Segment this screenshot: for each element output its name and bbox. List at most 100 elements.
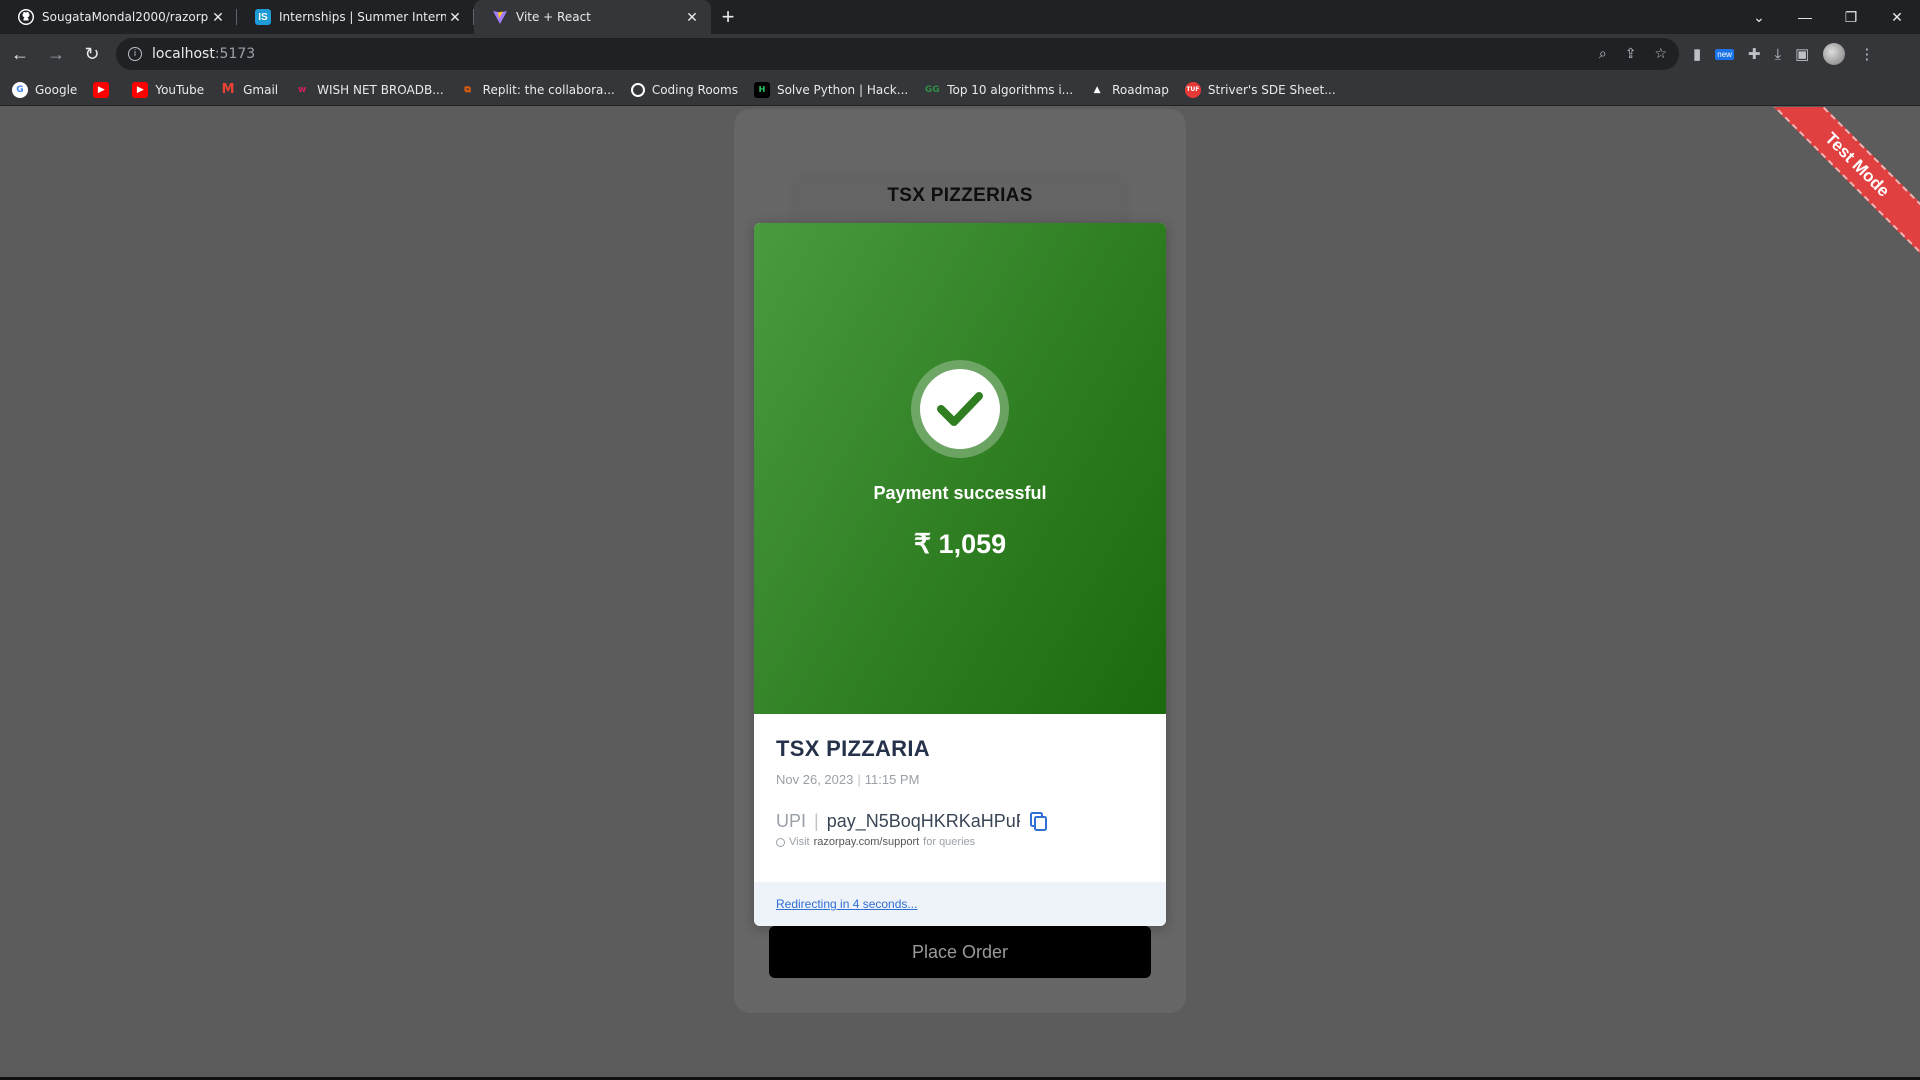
tab-title: Vite + React xyxy=(516,10,591,24)
support-prefix: Visit xyxy=(789,836,810,848)
puzzle-icon[interactable]: ✚ xyxy=(1748,45,1761,63)
bookmark-hackerrank[interactable]: H Solve Python | Hack... xyxy=(753,81,909,98)
bookmark-label: Striver's SDE Sheet... xyxy=(1207,82,1336,97)
bookmark-label: Coding Rooms xyxy=(651,82,738,97)
bookmark-label: Google xyxy=(35,82,78,97)
check-icon xyxy=(920,369,1000,449)
bookmark-roadmap[interactable]: ▲ Roadmap xyxy=(1089,82,1169,98)
back-icon[interactable]: ← xyxy=(4,38,36,70)
separator: | xyxy=(814,811,819,831)
bookmark-label: YouTube xyxy=(155,82,205,97)
tab-title: Internships | Summer Internship xyxy=(279,10,446,24)
bookmark-label: WISH NET BROADB... xyxy=(317,82,444,97)
close-tab-icon[interactable]: ✕ xyxy=(446,9,464,26)
payment-id: pay_N5BoqHKRKaHPuF xyxy=(826,811,1020,831)
menu-icon[interactable]: ⋮ xyxy=(1859,45,1874,63)
separator: | xyxy=(857,772,861,787)
merchant-name: TSX PIZZARIA xyxy=(776,736,930,761)
share-icon[interactable]: ⇪ xyxy=(1625,46,1637,62)
site-info-icon[interactable]: i xyxy=(128,47,142,61)
forward-icon[interactable]: → xyxy=(40,38,72,70)
gmail-icon: M xyxy=(221,82,235,97)
success-banner: Payment successful ₹ 1,059 xyxy=(754,223,1166,714)
tab-github[interactable]: SougataMondal2000/razorpay-g ✕ xyxy=(0,0,237,34)
new-extension-icon[interactable]: new xyxy=(1715,48,1734,60)
test-mode-label: Test Mode xyxy=(1762,107,1920,260)
replit-icon: ⧉ xyxy=(464,84,471,95)
payment-success-popup: Payment successful ₹ 1,059 TSX PIZZARIA … xyxy=(754,223,1166,926)
bookmark-coding-rooms[interactable]: Coding Rooms xyxy=(630,82,738,97)
payment-details: TSX PIZZARIA Nov 26, 2023 | 11:15 PM UPI |… xyxy=(754,714,1166,882)
tab-internships[interactable]: IS Internships | Summer Internship ✕ xyxy=(237,0,474,34)
clock-icon xyxy=(776,837,785,847)
payment-method: UPI xyxy=(776,811,807,831)
bookmark-google[interactable]: G Google xyxy=(12,81,78,98)
bookmark-gmail[interactable]: M Gmail xyxy=(220,82,278,98)
payment-amount: ₹ 1,059 xyxy=(913,529,1007,559)
bookmark-label: Gmail xyxy=(243,82,279,97)
tab-search-icon[interactable]: ⌄ xyxy=(1736,0,1782,34)
hackerrank-icon: H xyxy=(753,81,770,98)
test-mode-ribbon: Test Mode xyxy=(1760,107,1920,267)
roadmap-icon: ▲ xyxy=(1093,84,1101,95)
redirect-link[interactable]: Redirecting in 4 seconds... xyxy=(776,897,917,911)
success-check-ring xyxy=(911,360,1009,458)
vite-icon xyxy=(492,9,508,25)
tab-strip: SougataMondal2000/razorpay-g ✕ IS Intern… xyxy=(0,0,1920,34)
page-viewport: TSX PIZZERIAS Place Order Payment succes… xyxy=(0,107,1920,1080)
reload-icon[interactable]: ↻ xyxy=(76,38,108,70)
bookmarks-bar: G Google ▶ ▶ YouTube M Gmail w WISH NET … xyxy=(0,74,1920,106)
zoom-icon[interactable]: ⌕ xyxy=(1599,46,1607,62)
window-controls: ⌄ — ❐ ✕ xyxy=(1736,0,1920,34)
gfg-icon: GG xyxy=(924,84,940,95)
bookmark-youtube-icon-only[interactable]: ▶ xyxy=(93,81,116,98)
tab-vite-react[interactable]: Vite + React ✕ xyxy=(474,0,711,34)
bookmark-striver[interactable]: TUF Striver's SDE Sheet... xyxy=(1184,81,1336,98)
place-order-button[interactable]: Place Order xyxy=(769,926,1151,978)
side-panel-icon[interactable]: ▣ xyxy=(1795,45,1809,63)
bookmark-label: Roadmap xyxy=(1112,82,1169,97)
address-bar[interactable]: i localhost:5173 ⌕ ⇪ ☆ xyxy=(116,38,1679,70)
bookmark-youtube[interactable]: ▶ YouTube xyxy=(132,81,205,98)
url-host: localhost xyxy=(152,46,215,62)
tab-title: SougataMondal2000/razorpay-g xyxy=(42,10,209,24)
shop-title: TSX PIZZERIAS xyxy=(887,185,1033,206)
google-icon: G xyxy=(12,81,28,98)
youtube-icon: ▶ xyxy=(132,81,149,98)
extensions-area: ▮ new ✚ ⤓ ▣ ⋮ xyxy=(1693,43,1874,65)
bookmark-gfg[interactable]: GG Top 10 algorithms i... xyxy=(924,82,1073,98)
close-tab-icon[interactable]: ✕ xyxy=(683,9,701,26)
copy-icon[interactable] xyxy=(1029,811,1048,832)
browser-toolbar: ← → ↻ i localhost:5173 ⌕ ⇪ ☆ ▮ new ✚ ⤓ ▣… xyxy=(0,34,1920,74)
minimize-icon[interactable]: — xyxy=(1782,0,1828,34)
internshala-icon: IS xyxy=(255,9,271,25)
payment-time: 11:15 PM xyxy=(864,772,920,787)
bookmark-label: Solve Python | Hack... xyxy=(776,82,909,97)
bookmark-label: Top 10 algorithms i... xyxy=(947,82,1074,97)
close-tab-icon[interactable]: ✕ xyxy=(209,9,227,26)
bookmark-wishnet[interactable]: w WISH NET BROADB... xyxy=(294,82,444,98)
payment-date: Nov 26, 2023 xyxy=(776,772,854,787)
payment-datetime: Nov 26, 2023 | 11:15 PM xyxy=(776,772,1144,787)
close-window-icon[interactable]: ✕ xyxy=(1874,0,1920,34)
wishnet-icon: w xyxy=(297,84,307,95)
extension-icon[interactable]: ▮ xyxy=(1693,45,1701,63)
codingrooms-icon xyxy=(630,82,645,97)
youtube-icon: ▶ xyxy=(93,81,110,98)
payment-status: Payment successful xyxy=(873,483,1047,503)
takeuforward-icon: TUF xyxy=(1184,81,1201,98)
support-suffix: for queries xyxy=(923,836,976,848)
support-note: Visit razorpay.com/support for queries xyxy=(776,836,1144,848)
url-port: :5173 xyxy=(214,46,256,62)
payment-method-row: UPI | pay_N5BoqHKRKaHPuF xyxy=(776,811,1144,832)
support-link[interactable]: razorpay.com/support xyxy=(814,836,920,848)
bookmark-label: Replit: the collabora... xyxy=(482,82,615,97)
bookmark-star-icon[interactable]: ☆ xyxy=(1654,46,1667,62)
redirect-bar: Redirecting in 4 seconds... xyxy=(754,882,1166,926)
restore-icon[interactable]: ❐ xyxy=(1828,0,1874,34)
github-icon xyxy=(18,9,34,25)
avatar[interactable] xyxy=(1823,43,1846,65)
bookmark-replit[interactable]: ⧉ Replit: the collabora... xyxy=(460,82,615,98)
download-icon[interactable]: ⤓ xyxy=(1775,46,1782,63)
new-tab-button[interactable]: + xyxy=(711,0,745,34)
